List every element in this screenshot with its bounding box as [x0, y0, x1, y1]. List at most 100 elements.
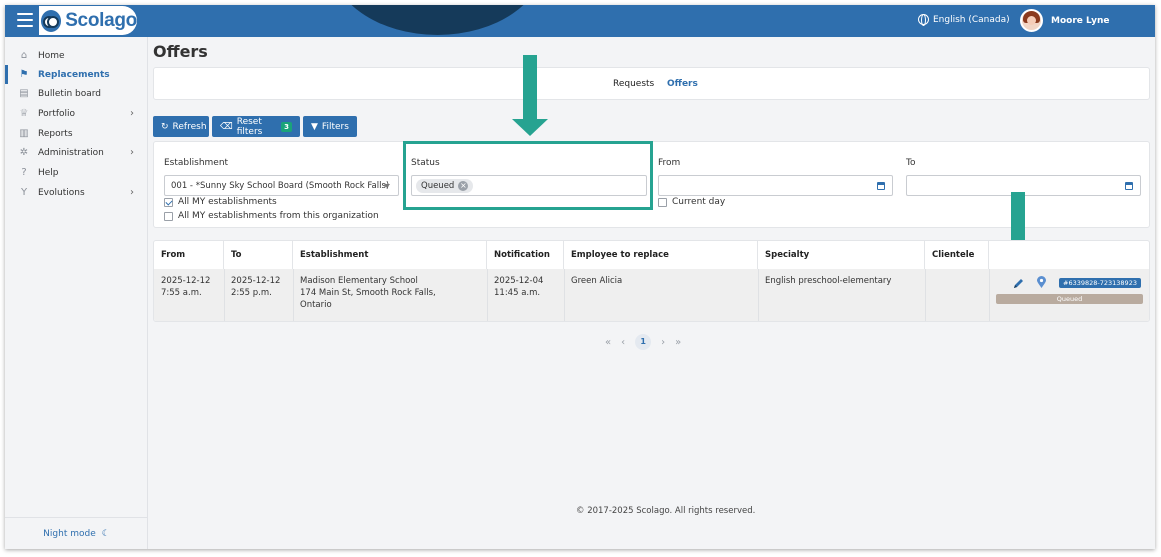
establishment-address: 174 Main St, Smooth Rock Falls,	[300, 288, 436, 298]
sidebar-item-replacements[interactable]: ⚑ Replacements	[5, 65, 148, 84]
column-header[interactable]: Employee to replace	[564, 241, 758, 269]
reset-filters-label: Reset filters	[236, 116, 263, 137]
to-label: To	[906, 158, 916, 168]
establishment-select[interactable]: 001 - *Sunny Sky School Board (Smooth Ro…	[164, 175, 399, 196]
status-badge: Queued	[996, 294, 1143, 304]
sidebar-item-home[interactable]: ⌂ Home	[5, 46, 148, 65]
sidebar-item-label: Administration	[38, 147, 104, 158]
first-page-button[interactable]: «	[605, 337, 611, 348]
evolutions-icon: Y	[20, 187, 28, 198]
column-header[interactable]: To	[224, 241, 293, 269]
sidebar: ⌂ Home ⚑ Replacements ▤ Bulletin board ♕…	[5, 37, 148, 549]
tab-offers[interactable]: Offers	[667, 79, 698, 89]
divider	[989, 269, 990, 321]
divider	[293, 269, 294, 321]
funnel-icon: ▼	[311, 121, 318, 132]
offers-table: From To Establishment Notification Emplo…	[153, 240, 1150, 322]
column-header[interactable]: Specialty	[758, 241, 925, 269]
all-my-org-checkbox[interactable]: All MY establishments from this organiza…	[164, 211, 379, 221]
refresh-icon: ↻	[161, 121, 169, 132]
sidebar-item-bulletin-board[interactable]: ▤ Bulletin board	[5, 84, 148, 103]
status-highlight-box	[403, 141, 653, 210]
pencil-edit-icon[interactable]	[1012, 277, 1025, 290]
divider	[487, 269, 488, 321]
app-window: Scolago English (Canada) Moore Lyne ⌂ Ho…	[5, 5, 1155, 549]
pagination: « ‹ 1 › »	[605, 334, 681, 350]
chevron-right-icon: ›	[130, 187, 134, 198]
from-time: 7:55 a.m.	[161, 288, 202, 298]
footer-copyright: © 2017-2025 Scolago. All rights reserved…	[576, 506, 756, 516]
annotation-arrow-down-icon	[510, 55, 550, 139]
from-label: From	[658, 158, 681, 168]
sidebar-item-label: Evolutions	[38, 187, 85, 198]
language-label: English (Canada)	[933, 14, 1010, 25]
all-my-establishments-label: All MY establishments	[178, 197, 277, 207]
calendar-icon[interactable]	[877, 182, 885, 190]
sidebar-item-evolutions[interactable]: Y Evolutions ›	[5, 183, 148, 202]
user-menu[interactable]: Moore Lyne	[1020, 9, 1110, 32]
to-time: 2:55 p.m.	[231, 288, 272, 298]
tabs-bar: Requests Offers	[153, 67, 1150, 100]
help-icon: ?	[21, 167, 27, 178]
column-header[interactable]: Clientele	[925, 241, 989, 269]
refresh-button[interactable]: ↻ Refresh	[153, 116, 209, 137]
top-bar: Scolago English (Canada) Moore Lyne	[5, 5, 1155, 37]
language-selector[interactable]: English (Canada)	[918, 14, 1010, 26]
column-header[interactable]: From	[154, 241, 224, 269]
from-cell: 2025-12-12 7:55 a.m.	[154, 275, 210, 299]
checkbox-unchecked-icon	[164, 211, 173, 221]
map-pin-icon[interactable]	[1036, 276, 1047, 289]
page-title: Offers	[153, 42, 208, 61]
sidebar-item-help[interactable]: ? Help	[5, 163, 148, 182]
all-my-establishments-checkbox[interactable]: All MY establishments	[164, 197, 277, 207]
checkbox-unchecked-icon	[658, 197, 667, 207]
specialty-cell: English preschool-elementary	[765, 276, 892, 286]
establishment-cell: Madison Elementary School 174 Main St, S…	[293, 275, 436, 311]
sidebar-item-label: Help	[38, 167, 59, 178]
employee-cell: Green Alicia	[571, 276, 623, 286]
divider	[758, 269, 759, 321]
column-header[interactable]: Notification	[487, 241, 564, 269]
bulletin-board-icon: ▤	[19, 88, 29, 99]
current-day-checkbox[interactable]: Current day	[658, 197, 725, 207]
calendar-icon[interactable]	[1125, 182, 1133, 190]
next-page-button[interactable]: ›	[661, 337, 665, 348]
sidebar-item-administration[interactable]: ✲ Administration ›	[5, 143, 148, 162]
last-page-button[interactable]: »	[675, 337, 681, 348]
hamburger-menu-icon[interactable]	[17, 13, 33, 27]
reset-count-badge: 3	[281, 121, 292, 132]
notification-cell: 2025-12-04 11:45 a.m.	[487, 275, 543, 299]
sidebar-item-portfolio[interactable]: ♕ Portfolio ›	[5, 104, 148, 123]
chevron-right-icon: ›	[130, 147, 134, 158]
home-icon: ⌂	[20, 50, 28, 61]
sidebar-item-label: Reports	[38, 128, 73, 139]
column-header[interactable]: Establishment	[293, 241, 487, 269]
establishment-province: Ontario	[300, 300, 332, 310]
chevron-right-icon: ›	[130, 108, 134, 119]
app-logo[interactable]: Scolago	[39, 6, 137, 35]
tab-requests[interactable]: Requests	[613, 79, 654, 89]
all-my-org-label: All MY establishments from this organiza…	[178, 211, 379, 221]
reset-filters-button[interactable]: ⌫ Reset filters 3	[212, 116, 300, 137]
notification-date: 2025-12-04	[494, 276, 544, 286]
previous-page-button[interactable]: ‹	[621, 337, 625, 348]
current-page-button[interactable]: 1	[635, 334, 652, 350]
sidebar-item-label: Home	[38, 50, 65, 61]
table-row[interactable]: 2025-12-12 7:55 a.m. 2025-12-12 2:55 p.m…	[154, 269, 1149, 321]
gear-icon: ✲	[19, 147, 29, 158]
filters-button[interactable]: ▼ Filters	[303, 116, 357, 137]
chevron-down-icon	[384, 184, 390, 188]
replacements-icon: ⚑	[19, 69, 29, 80]
filters-label: Filters	[321, 121, 349, 132]
offer-id-badge[interactable]: #6339828-723138923	[1059, 278, 1141, 288]
divider	[925, 269, 926, 321]
eraser-icon: ⌫	[220, 121, 233, 132]
refresh-label: Refresh	[172, 121, 207, 132]
sidebar-item-reports[interactable]: ▥ Reports	[5, 124, 148, 143]
from-date-input[interactable]	[658, 175, 893, 196]
sidebar-item-label: Portfolio	[38, 108, 76, 119]
avatar	[1020, 9, 1043, 32]
establishment-value: 001 - *Sunny Sky School Board (Smooth Ro…	[171, 180, 390, 191]
night-mode-toggle[interactable]: Night mode ☾	[5, 517, 148, 549]
column-header	[989, 241, 1149, 269]
